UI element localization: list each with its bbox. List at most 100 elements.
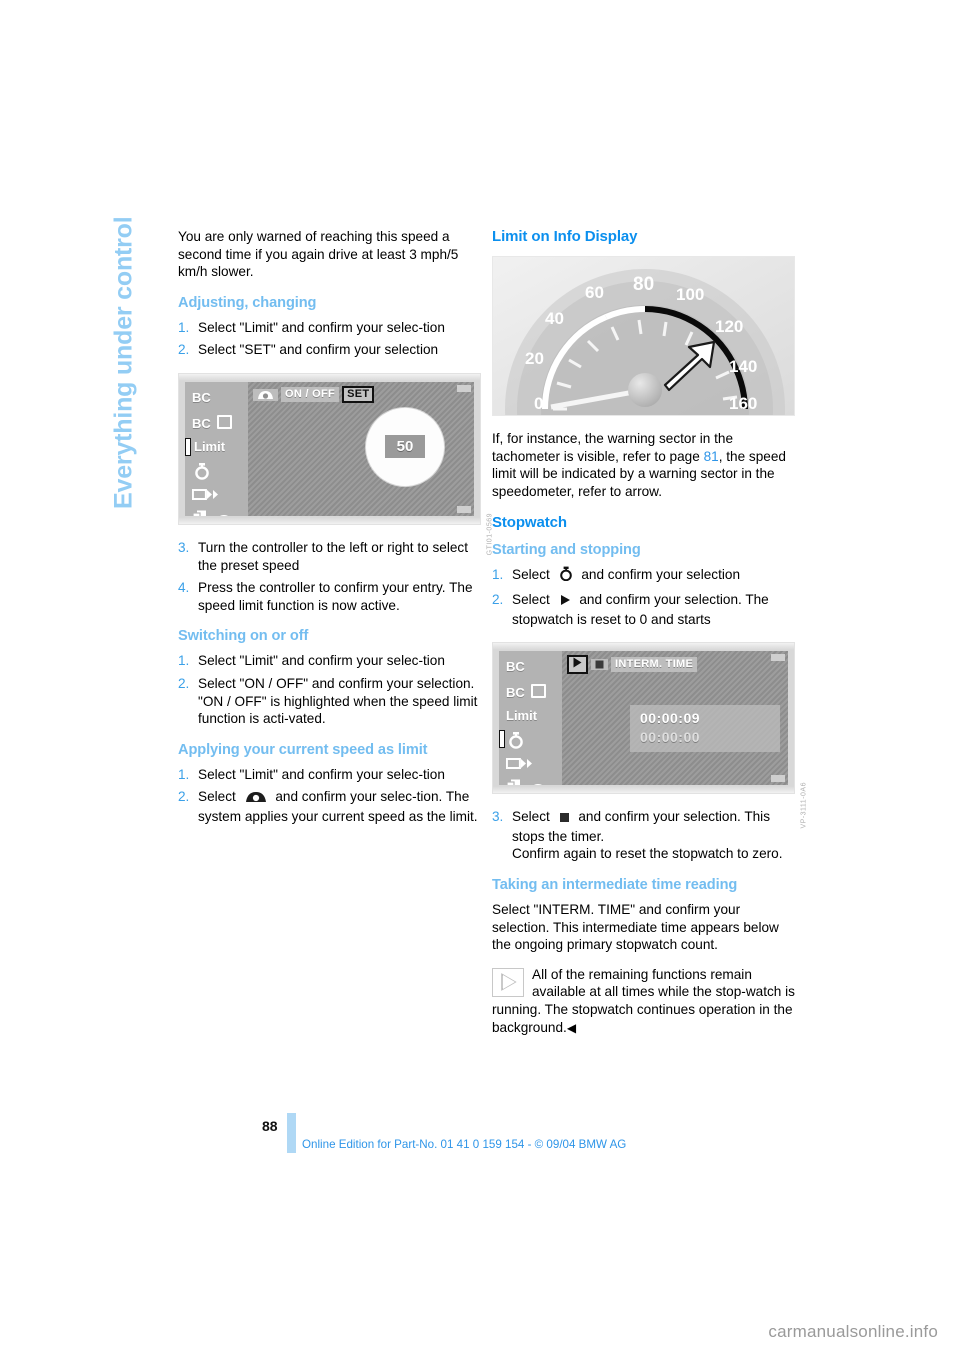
menu-item-bc[interactable]: BC: [192, 391, 211, 404]
left-column: You are only warned of reaching this spe…: [178, 228, 493, 840]
step-number: 1.: [178, 766, 190, 782]
list-item: 1. Select "Limit" and confirm your selec…: [178, 652, 481, 670]
heading-adjusting-changing: Adjusting, changing: [178, 294, 317, 311]
step-number: 3.: [178, 539, 190, 555]
play-icon: [559, 593, 571, 611]
steps-stop-timer: 3. Select and confirm your selection. Th…: [492, 808, 795, 863]
step-text-after: and confirm your selection. This stops t…: [512, 809, 771, 844]
step-text: Select "Limit" and confirm your selec-ti…: [198, 766, 445, 782]
tick-100: 100: [676, 285, 704, 304]
tick-160: 160: [729, 394, 757, 413]
arrow-box-icon: [191, 488, 218, 500]
note-triangle-icon: [492, 967, 524, 997]
stopwatch-primary-time: 00:00:09: [640, 710, 701, 727]
chapter-tab-label: Everything under control: [109, 216, 138, 509]
stopwatch-icon: [195, 462, 209, 480]
intermediate-time-button[interactable]: INTERM. TIME: [611, 656, 698, 672]
intro-paragraph: You are only warned of reaching this spe…: [178, 229, 459, 280]
figure-speedometer: 0 20 40 60 80 100 120 140 160 VP-: [492, 256, 795, 416]
heading-limit-on-info-display: Limit on Info Display: [492, 228, 638, 245]
list-item: 2. Select "SET" and confirm your selecti…: [178, 341, 481, 359]
heading-starting-and-stopping: Starting and stopping: [492, 542, 641, 559]
list-item: 3. Select and confirm your selection. Th…: [492, 808, 795, 863]
stopwatch-readout: 00:00:09 00:00:00: [630, 705, 780, 753]
menu-item-bc-trip[interactable]: BC: [506, 684, 547, 699]
step-number: 1.: [178, 653, 190, 669]
step-number: 2.: [492, 591, 504, 607]
screen-topbar: ON / OFF SET: [253, 386, 375, 404]
stopwatch-intermediate-time: 00:00:00: [640, 729, 701, 746]
screen-corner-marker: [457, 384, 471, 392]
tick-0: 0: [534, 394, 543, 413]
page-number: 88: [262, 1118, 278, 1134]
steps-adjusting: 1. Select "Limit" and confirm your selec…: [178, 319, 481, 359]
heading-intermediate-time-reading: Taking an intermediate time reading: [492, 876, 738, 893]
list-item: 2. Select and confirm your selec-tion. T…: [178, 788, 481, 825]
tick-40: 40: [545, 309, 564, 328]
step-number: 3.: [492, 809, 504, 825]
tick-120: 120: [715, 317, 743, 336]
list-item: 1. Select "Limit" and confirm your selec…: [178, 319, 481, 337]
stop-icon: [559, 810, 570, 828]
menu-item-arrow-box[interactable]: [505, 757, 532, 772]
display-screen-frame: BC BC Limit: [492, 642, 795, 795]
step-text-after: and confirm your selec-tion. The system …: [198, 789, 478, 824]
speed-value[interactable]: 50: [384, 435, 426, 459]
manual-page: Everything under control You are only wa…: [0, 0, 960, 1358]
step-number: 2.: [178, 342, 190, 358]
stop-button[interactable]: [591, 658, 608, 670]
step-text-line2: Confirm again to reset the stopwatch to …: [512, 846, 783, 862]
screen-menu-sidebar: BC BC Limit: [499, 651, 562, 786]
list-item: 1. Select "Limit" and confirm your selec…: [178, 766, 481, 784]
briefcase-icon: [217, 414, 233, 429]
step-text: Select "Limit" and confirm your selec-ti…: [198, 653, 445, 669]
on-off-button[interactable]: ON / OFF: [281, 387, 340, 403]
selection-marker: [499, 730, 505, 749]
step-text-before: Select: [198, 789, 236, 805]
step-text: Select "Limit" and confirm your selec-ti…: [198, 319, 445, 335]
menu-item-limit[interactable]: Limit: [506, 709, 537, 722]
figure-id-label: VP-3111-0A6: [800, 782, 807, 829]
heading-applying-current-speed: Applying your current speed as limit: [178, 741, 428, 758]
tick-80: 80: [633, 274, 654, 295]
briefcase-icon: [531, 684, 547, 699]
menu-item-stopwatch[interactable]: [194, 462, 210, 482]
screen-menu-sidebar: BC BC Limit: [185, 381, 248, 516]
step-text: Turn the controller to the left or right…: [198, 539, 468, 573]
heading-stopwatch: Stopwatch: [492, 514, 567, 532]
menu-item-limit[interactable]: Limit: [194, 440, 225, 453]
list-item: 3. Turn the controller to the left or ri…: [178, 539, 481, 574]
screen-topbar: INTERM. TIME: [567, 654, 698, 674]
step-text: Select "SET" and confirm your selection: [198, 342, 439, 358]
screen-content: BC BC Limit: [185, 381, 474, 516]
menu-item-stopwatch[interactable]: [508, 731, 524, 751]
menu-item-pages-car[interactable]: [506, 778, 550, 786]
play-icon: [573, 657, 582, 668]
stopwatch-icon: [509, 732, 523, 749]
screen-bezel-top: [179, 373, 480, 381]
step-number: 1.: [492, 567, 504, 583]
set-button[interactable]: SET: [342, 386, 375, 404]
footer-edition-text: Online Edition for Part-No. 01 41 0 159 …: [302, 1138, 627, 1151]
step-number: 2.: [178, 675, 190, 691]
intermediate-time-paragraph: Select "INTERM. TIME" and confirm your s…: [492, 901, 779, 953]
play-button[interactable]: [567, 654, 588, 674]
speed-value-bubble: 50: [366, 407, 444, 486]
page-reference[interactable]: 81: [704, 449, 719, 464]
paragraph-before-ref: If, for instance, the warning sector in …: [492, 431, 734, 464]
steps-switching: 1. Select "Limit" and confirm your selec…: [178, 652, 481, 727]
display-screen-frame: BC BC Limit: [178, 372, 481, 525]
footer-accent-bar: [287, 1113, 296, 1153]
menu-item-bc[interactable]: BC: [506, 660, 525, 673]
tick-20: 20: [525, 349, 544, 368]
screen-corner-marker: [771, 775, 785, 783]
menu-item-pages-car[interactable]: [192, 509, 236, 516]
step-number: 2.: [178, 789, 190, 805]
screen-content: BC BC Limit: [499, 651, 788, 786]
menu-item-bc-trip[interactable]: BC: [192, 414, 233, 430]
menu-item-arrow-box[interactable]: [191, 488, 218, 503]
speed-car-icon[interactable]: [253, 388, 278, 401]
note-end-marker: ◀: [566, 1020, 577, 1035]
screen-bezel-bottom: [179, 516, 480, 524]
arrow-box-icon: [505, 758, 532, 770]
